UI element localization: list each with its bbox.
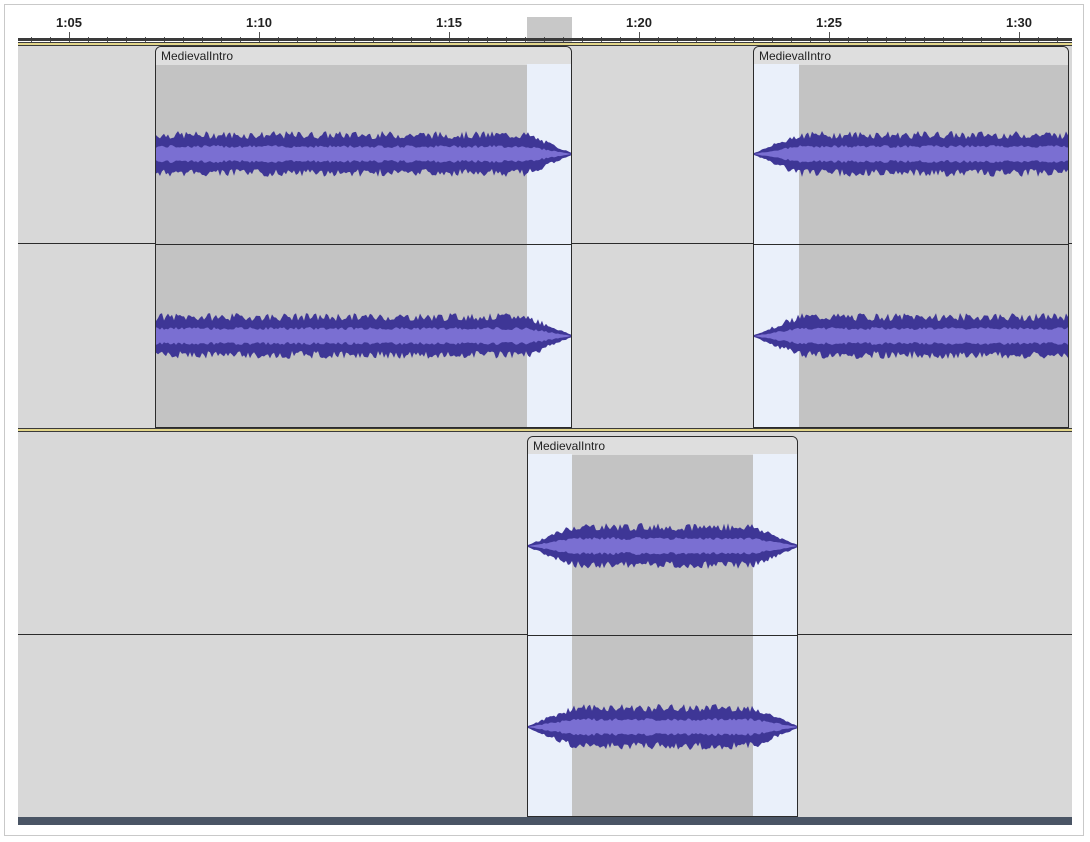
clip-name: MedievalIntro: [759, 49, 832, 63]
channel-divider: [156, 244, 571, 245]
ruler-label-110: 1:10: [245, 15, 273, 30]
ruler-label-105: 1:05: [55, 15, 83, 30]
clip-overlap-region: [754, 64, 799, 427]
ruler-baseline: [18, 38, 1072, 41]
ruler-label-130: 1:30: [1005, 15, 1033, 30]
clip-title-bar[interactable]: MedievalIntro: [156, 47, 571, 65]
waveform-rms-envelope: [528, 537, 797, 555]
channel-divider: [528, 635, 797, 636]
channel-divider: [754, 244, 1068, 245]
waveform-rms-envelope: [754, 145, 1068, 163]
clip-title-bar[interactable]: MedievalIntro: [528, 437, 797, 455]
audio-clip[interactable]: MedievalIntro: [155, 46, 572, 428]
clip-name: MedievalIntro: [533, 439, 606, 453]
waveform-left-channel: [754, 131, 1068, 177]
ruler-label-120: 1:20: [625, 15, 653, 30]
waveform-left-channel: [156, 131, 571, 177]
timeline-ruler[interactable]: 1:05 1:10 1:15 1:20 1:25 1:30: [18, 8, 1072, 42]
clip-title-bar[interactable]: MedievalIntro: [754, 47, 1068, 65]
audio-clip[interactable]: MedievalIntro: [753, 46, 1069, 428]
waveform-right-channel: [156, 313, 571, 359]
audio-track-2[interactable]: MedievalIntro: [18, 428, 1072, 817]
track-separator: [18, 428, 1072, 432]
audio-track-1[interactable]: MedievalIntro MedievalIntro: [18, 42, 1072, 428]
ruler-label-125: 1:25: [815, 15, 843, 30]
audio-clip[interactable]: MedievalIntro: [527, 436, 798, 817]
waveform-left-channel: [528, 523, 797, 569]
track-area-bottom-edge: [18, 817, 1072, 825]
clip-name: MedievalIntro: [161, 49, 234, 63]
clip-overlap-region: [527, 64, 571, 427]
waveform-right-channel: [528, 704, 797, 750]
waveform-rms-envelope: [156, 145, 571, 163]
waveform-right-channel: [754, 313, 1068, 359]
waveform-rms-envelope: [754, 327, 1068, 345]
ruler-label-115: 1:15: [435, 15, 463, 30]
